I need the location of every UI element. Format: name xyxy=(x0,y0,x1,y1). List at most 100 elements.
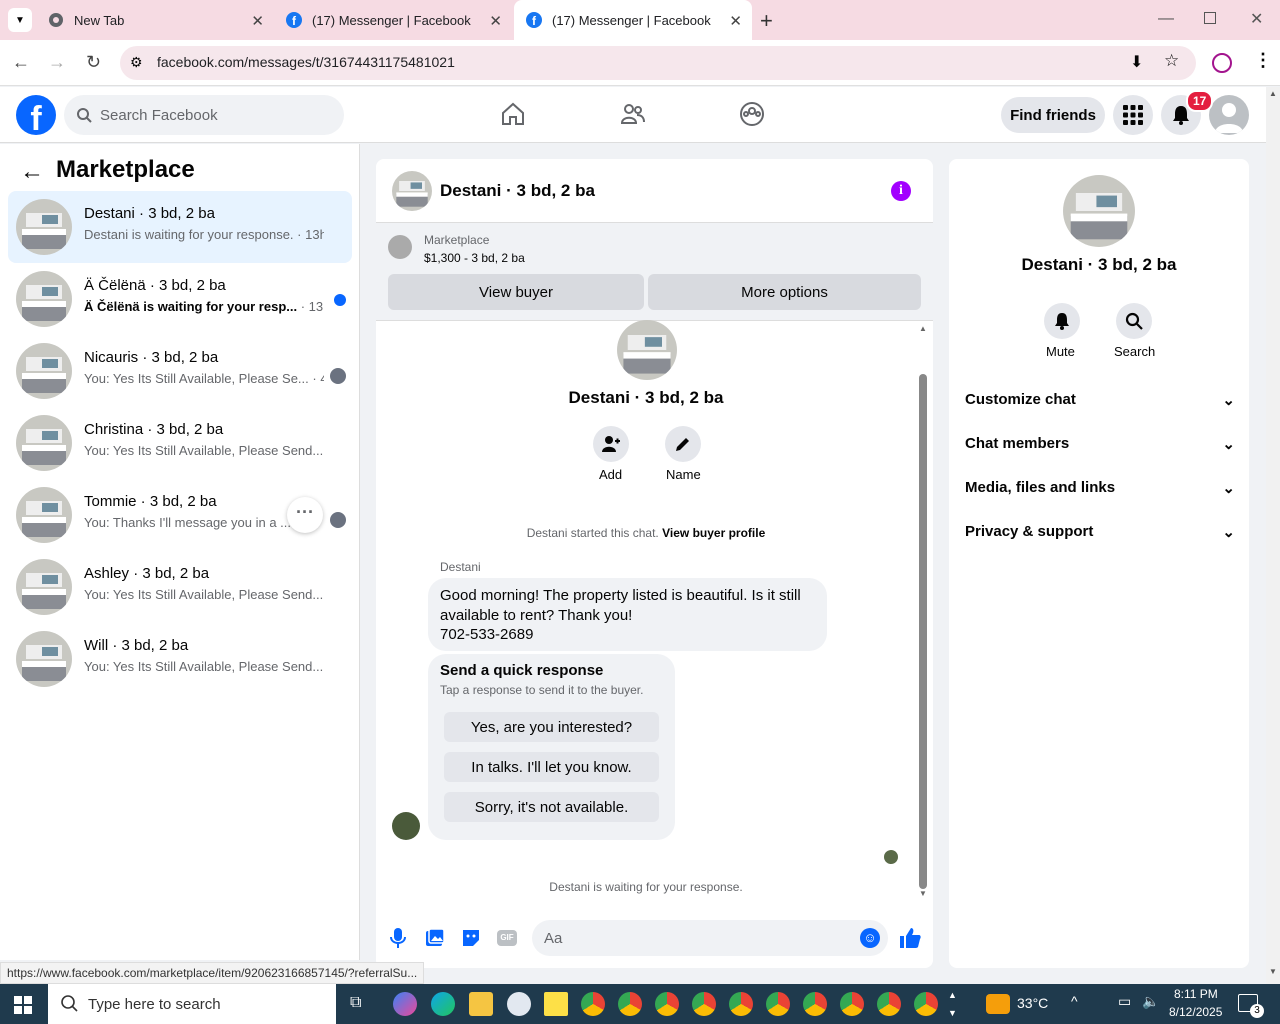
more-options-button[interactable]: More options xyxy=(648,274,921,310)
volume-icon[interactable]: 🔈 xyxy=(1142,993,1159,1010)
friends-icon[interactable] xyxy=(620,101,646,132)
chat-title[interactable]: Destani · 3 bd, 2 ba xyxy=(440,181,595,201)
install-app-icon[interactable]: ⬇ xyxy=(1130,52,1143,72)
chrome-icon[interactable] xyxy=(692,992,716,1016)
clock-date[interactable]: 8/12/2025 xyxy=(1169,1005,1222,1019)
chrome-icon[interactable] xyxy=(803,992,827,1016)
photo-icon[interactable] xyxy=(425,928,445,953)
browser-menu-icon[interactable]: ⋮ xyxy=(1254,50,1272,71)
forward-icon[interactable]: → xyxy=(48,52,66,73)
listing-thumbnail[interactable] xyxy=(388,235,412,259)
chrome-icon[interactable] xyxy=(581,992,605,1016)
info-avatar[interactable] xyxy=(1063,175,1135,247)
omnibox[interactable]: ⚙ facebook.com/messages/t/31674431175481… xyxy=(120,46,1196,80)
new-tab-button[interactable]: + xyxy=(760,8,773,34)
network-icon[interactable]: ▭ xyxy=(1118,993,1131,1010)
quick-reply-not-available[interactable]: Sorry, it's not available. xyxy=(444,792,659,822)
tab-messenger-1[interactable]: f (17) Messenger | Facebook ✕ xyxy=(274,0,512,40)
conversation-item[interactable]: Tommie · 3 bd, 2 ba You: Thanks I'll mess… xyxy=(8,479,352,551)
quick-reply-yes[interactable]: Yes, are you interested? xyxy=(444,712,659,742)
conversation-item[interactable]: Nicauris · 3 bd, 2 ba You: Yes Its Still … xyxy=(8,335,352,407)
tab-new-tab[interactable]: New Tab ✕ xyxy=(36,0,274,40)
scroll-up-arrow[interactable]: ▲ xyxy=(1269,89,1277,98)
conversation-item[interactable]: Will · 3 bd, 2 ba You: Yes Its Still Avai… xyxy=(8,623,352,695)
sender-avatar[interactable] xyxy=(392,812,420,840)
scroll-up-arrow[interactable]: ▲ xyxy=(919,324,927,333)
paint-icon[interactable] xyxy=(507,992,531,1016)
view-buyer-button[interactable]: View buyer xyxy=(388,274,644,310)
site-info-icon[interactable]: ⚙ xyxy=(130,54,143,71)
file-explorer-icon[interactable] xyxy=(469,992,493,1016)
chrome-icon[interactable] xyxy=(655,992,679,1016)
message-input[interactable]: Aa ☺ xyxy=(532,920,888,956)
close-icon[interactable]: ✕ xyxy=(251,12,264,30)
temperature[interactable]: 33°C xyxy=(1017,995,1048,1011)
profile-avatar-large[interactable] xyxy=(617,320,677,380)
conversation-item[interactable]: Destani · 3 bd, 2 ba Destani is waiting f… xyxy=(8,191,352,263)
info-icon[interactable]: i xyxy=(891,181,911,201)
chat-avatar[interactable] xyxy=(392,171,432,211)
search-chat-button[interactable] xyxy=(1116,303,1152,339)
add-people-button[interactable] xyxy=(593,426,629,462)
close-icon[interactable]: ✕ xyxy=(489,12,502,30)
restore-button[interactable] xyxy=(1204,12,1216,24)
close-window-button[interactable]: ✕ xyxy=(1250,9,1263,29)
chrome-icon[interactable] xyxy=(729,992,753,1016)
tab-messenger-2[interactable]: f (17) Messenger | Facebook ✕ xyxy=(514,0,752,40)
view-buyer-profile-link[interactable]: View buyer profile xyxy=(662,526,765,540)
scroll-thumb[interactable] xyxy=(919,374,927,889)
facebook-logo[interactable]: f xyxy=(16,95,56,135)
clock-time[interactable]: 8:11 PM xyxy=(1174,987,1218,1001)
scroll-down-arrow[interactable]: ▼ xyxy=(919,889,927,898)
tab-search-button[interactable]: ▼ xyxy=(8,8,32,32)
edge-icon[interactable] xyxy=(431,992,455,1016)
minimize-button[interactable]: — xyxy=(1158,10,1174,28)
weather-icon[interactable] xyxy=(986,994,1010,1014)
chrome-icon[interactable] xyxy=(840,992,864,1016)
message-bubble[interactable]: Good morning! The property listed is bea… xyxy=(428,578,827,651)
chrome-icon[interactable] xyxy=(766,992,790,1016)
search-input[interactable]: Search Facebook xyxy=(64,95,344,135)
account-avatar[interactable] xyxy=(1209,95,1249,135)
scrollbar[interactable]: ▲ ▼ xyxy=(918,324,928,899)
more-actions-button[interactable]: ··· xyxy=(287,497,323,533)
microphone-icon[interactable] xyxy=(390,928,406,953)
task-view-icon[interactable]: ⧉ xyxy=(350,994,361,1012)
quick-reply-in-talks[interactable]: In talks. I'll let you know. xyxy=(444,752,659,782)
groups-icon[interactable] xyxy=(739,101,765,132)
taskbar-search[interactable]: Type here to search xyxy=(48,984,336,1024)
back-icon[interactable]: ← xyxy=(12,52,30,73)
listing-price[interactable]: $1,300 - 3 bd, 2 ba xyxy=(424,251,525,265)
conversation-item[interactable]: Ä Čëlënä · 3 bd, 2 ba Ä Čëlënä is waiting… xyxy=(8,263,352,335)
reload-icon[interactable]: ↻ xyxy=(86,52,101,73)
taskbar-scroll[interactable]: ▲ ▼ xyxy=(948,986,957,1022)
back-arrow-icon[interactable]: ← xyxy=(20,158,44,186)
close-icon[interactable]: ✕ xyxy=(729,12,742,30)
emoji-icon[interactable]: ☺ xyxy=(860,928,880,948)
edit-name-button[interactable] xyxy=(665,426,701,462)
media-files-links-section[interactable]: Media, files and links ⌄ xyxy=(965,479,1235,497)
bookmark-star-icon[interactable]: ☆ xyxy=(1164,51,1179,71)
thumbs-up-icon[interactable] xyxy=(898,926,922,955)
chrome-icon[interactable] xyxy=(914,992,938,1016)
chrome-icon[interactable] xyxy=(618,992,642,1016)
profile-icon[interactable] xyxy=(1212,53,1232,73)
page-scrollbar[interactable]: ▲ ▼ xyxy=(1266,87,1280,984)
home-icon[interactable] xyxy=(500,101,526,132)
start-button[interactable] xyxy=(14,996,32,1019)
privacy-support-section[interactable]: Privacy & support ⌄ xyxy=(965,523,1235,541)
conversation-item[interactable]: Christina · 3 bd, 2 ba You: Yes Its Still… xyxy=(8,407,352,479)
conversation-item[interactable]: Ashley · 3 bd, 2 ba You: Yes Its Still Av… xyxy=(8,551,352,623)
scroll-down-arrow[interactable]: ▼ xyxy=(1269,967,1277,976)
sticky-notes-icon[interactable] xyxy=(544,992,568,1016)
gif-icon[interactable]: GIF xyxy=(497,930,517,946)
sticker-icon[interactable] xyxy=(461,928,481,953)
find-friends-button[interactable]: Find friends xyxy=(1001,97,1105,133)
copilot-icon[interactable] xyxy=(393,992,417,1016)
tray-chevron-icon[interactable]: ^ xyxy=(1071,993,1078,1009)
menu-grid-button[interactable] xyxy=(1113,95,1153,135)
chat-members-section[interactable]: Chat members ⌄ xyxy=(965,435,1235,453)
customize-chat-section[interactable]: Customize chat ⌄ xyxy=(965,391,1235,409)
mute-button[interactable] xyxy=(1044,303,1080,339)
chrome-icon[interactable] xyxy=(877,992,901,1016)
